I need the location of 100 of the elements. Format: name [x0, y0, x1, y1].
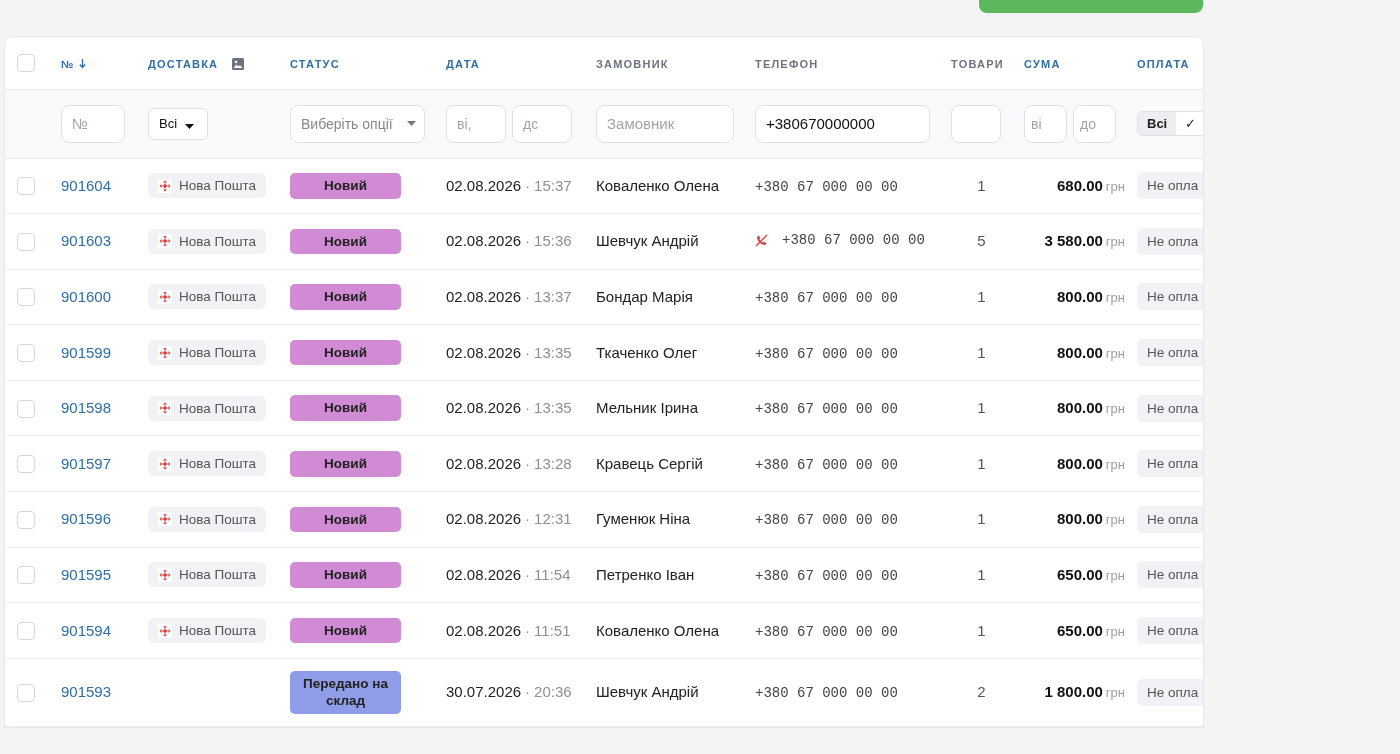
currency: грн [1105, 623, 1125, 639]
payment-toggle[interactable]: Всі [1138, 112, 1177, 135]
status-select[interactable]: Виберіть опції [290, 104, 425, 143]
row-checkbox[interactable] [17, 455, 35, 474]
order-time: 13:37 [534, 288, 572, 305]
order-link[interactable]: 901598 [61, 399, 112, 417]
order-date: 02.08.2026 [446, 288, 522, 305]
order-time: 13:35 [534, 343, 572, 361]
payment-tag: Не опла [1137, 505, 1203, 533]
row-checkbox[interactable] [17, 177, 35, 196]
payment-tag: Не опла [1137, 678, 1203, 706]
order-link[interactable]: 901595 [61, 565, 112, 583]
order-link[interactable]: 901604 [61, 176, 112, 194]
range-field[interactable]: до [1073, 104, 1116, 143]
payment-tag: Не опла [1137, 227, 1203, 255]
row-checkbox[interactable] [17, 288, 35, 307]
delivery-tag: Нова Пошта [148, 506, 267, 532]
column-header[interactable]: ОПЛАТА [1137, 57, 1190, 70]
order-time: 11:54 [534, 565, 571, 583]
currency: грн [1105, 512, 1125, 528]
order-time: 12:31 [534, 510, 572, 528]
payment-tag: Не опла [1137, 617, 1203, 645]
order-sum: 650.00 [1056, 621, 1103, 639]
row-checkbox[interactable] [17, 399, 35, 418]
caret-icon[interactable] [185, 123, 195, 129]
separator-dot: · [525, 176, 531, 194]
currency: грн [1105, 685, 1125, 701]
currency: грн [1105, 345, 1125, 361]
items-filter-field[interactable] [951, 104, 1001, 143]
customer-name: Мельник Ірина [596, 399, 698, 417]
payment-tag: Не опла [1137, 561, 1203, 589]
order-link[interactable]: 901596 [61, 510, 112, 528]
order-link[interactable]: 901603 [61, 232, 112, 250]
row-checkbox[interactable] [17, 621, 35, 640]
arrows-logo-icon [158, 567, 172, 582]
column-header[interactable]: СТАТУС [290, 57, 340, 70]
phone-number: +380 67 000 00 00 [755, 456, 898, 473]
order-sum: 800.00 [1056, 288, 1103, 305]
range-field[interactable]: ві [1024, 104, 1067, 143]
order-date: 02.08.2026 [446, 176, 522, 194]
status-badge: Новий [290, 617, 401, 644]
payment-tag: Не опла [1137, 450, 1203, 478]
order-link[interactable]: 901600 [61, 288, 112, 305]
image-icon[interactable] [232, 57, 245, 70]
items-count: 1 [977, 343, 986, 361]
sort-arrow-icon[interactable] [79, 58, 87, 69]
customer-name: Ткаченко Олег [596, 343, 698, 361]
customer-name: Шевчук Андрій [596, 232, 699, 250]
row-checkbox[interactable] [17, 343, 35, 362]
phone-number: +380 67 000 00 00 [755, 623, 898, 640]
phone-number: +380 67 000 00 00 [755, 685, 898, 702]
separator-dot: · [525, 621, 531, 639]
select-all-checkbox[interactable] [17, 54, 35, 73]
phone-number: +380 67 000 00 00 [755, 345, 898, 362]
order-date: 30.07.2026 [446, 683, 522, 701]
separator-dot: · [525, 565, 531, 583]
order-link[interactable]: 901597 [61, 454, 112, 472]
payment-tag: Не опла [1137, 283, 1203, 311]
payment-tag: Не опла [1137, 339, 1203, 367]
phone-number: +380 67 000 00 00 [755, 567, 898, 584]
separator-dot: · [525, 454, 531, 472]
row-checkbox[interactable] [17, 232, 35, 251]
column-header[interactable]: ДОСТАВКА [148, 57, 219, 70]
order-link[interactable]: 901593 [61, 683, 112, 701]
payment-toggle[interactable]: ✓ [1176, 112, 1203, 135]
customer-name: Кравець Сергій [596, 454, 703, 472]
arrows-logo-icon [158, 401, 172, 416]
column-header: ЗАМОВНИК [596, 57, 669, 70]
order-time: 13:28 [534, 454, 572, 472]
row-checkbox[interactable] [17, 510, 35, 529]
filter-field[interactable]: № [61, 104, 125, 143]
column-header[interactable]: № [61, 57, 75, 70]
delivery-select[interactable]: Всі [148, 107, 208, 140]
order-sum: 800.00 [1056, 399, 1103, 417]
items-count: 1 [977, 454, 986, 472]
row-checkbox[interactable] [17, 683, 35, 702]
items-count: 5 [977, 232, 986, 250]
customer-name: Коваленко Олена [596, 176, 720, 194]
arrows-logo-icon [158, 178, 172, 193]
order-date: 02.08.2026 [446, 399, 522, 417]
currency: грн [1105, 401, 1125, 417]
arrows-logo-icon [158, 345, 172, 360]
order-sum: 680.00 [1056, 176, 1103, 194]
filter-field[interactable]: Замовник [596, 104, 734, 143]
phone-filter-field[interactable]: +380670000000 [755, 104, 930, 143]
range-field[interactable]: ві, [446, 104, 506, 143]
column-header[interactable]: СУМА [1024, 57, 1061, 70]
column-header[interactable]: ДАТА [446, 57, 480, 70]
order-link[interactable]: 901599 [61, 343, 112, 361]
customer-name: Петренко Іван [596, 565, 695, 583]
items-count: 1 [977, 399, 986, 417]
status-badge: Новий [290, 451, 401, 477]
arrows-logo-icon [158, 623, 172, 638]
order-link[interactable]: 901594 [61, 621, 112, 639]
range-field[interactable]: дс [512, 104, 572, 143]
items-count: 1 [977, 565, 986, 583]
order-sum: 1 800.00 [1044, 683, 1103, 701]
row-checkbox[interactable] [17, 566, 35, 585]
currency: грн [1105, 456, 1125, 472]
phone-number: +380 67 000 00 00 [755, 401, 898, 418]
